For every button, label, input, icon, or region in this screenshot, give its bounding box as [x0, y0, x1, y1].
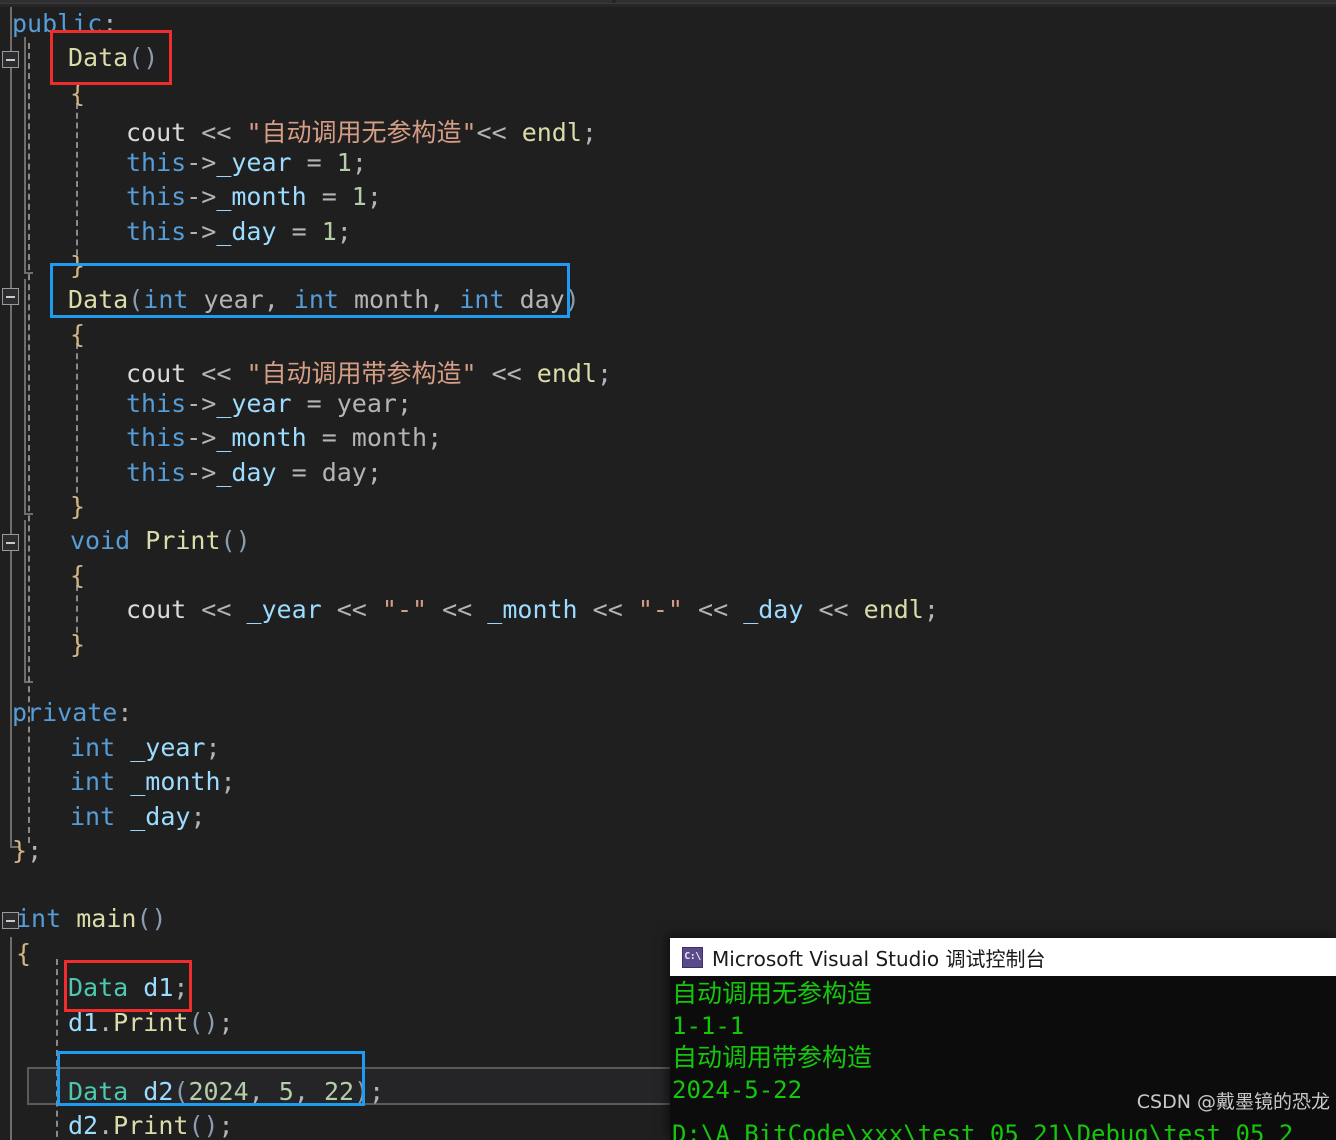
collapse-toggle-print[interactable] — [2, 534, 19, 551]
code-line-16[interactable]: void Print() — [70, 526, 251, 555]
collapse-toggle-ctor2[interactable] — [2, 288, 19, 305]
code-line-12[interactable]: this->_year = year; — [126, 389, 412, 418]
scope-guide-print — [24, 520, 26, 682]
divider-line — [0, 3, 1336, 4]
code-line-13[interactable]: this->_month = month; — [126, 423, 442, 452]
console-title-bar[interactable]: C:\ Microsoft Visual Studio 调试控制台 — [670, 938, 1336, 976]
code-line-6[interactable]: this->_month = 1; — [126, 182, 382, 211]
code-line-30[interactable]: d1.Print(); — [68, 1008, 234, 1037]
cmd-prompt-icon-text: C:\ — [684, 950, 701, 962]
annotation-red-box-default-ctor — [50, 30, 172, 85]
code-line-11[interactable]: cout << "自动调用带参构造" << endl; — [126, 354, 612, 390]
annotation-red-box-default-obj — [64, 960, 192, 1012]
code-line-19[interactable]: } — [70, 630, 85, 659]
code-line-33[interactable]: d2.Print(); — [68, 1111, 234, 1140]
code-line-10[interactable]: { — [70, 320, 85, 349]
console-output-line: 自动调用带参构造 — [672, 1043, 873, 1072]
annotation-blue-box-param-ctor — [50, 263, 570, 318]
code-line-14[interactable]: this->_day = day; — [126, 458, 382, 487]
console-output-line: 1-1-1 — [672, 1012, 745, 1040]
indent-guide-main-body — [56, 959, 58, 1140]
code-line-4[interactable]: cout << "自动调用无参构造"<< endl; — [126, 113, 597, 149]
annotation-blue-box-param-obj — [57, 1051, 365, 1106]
debug-console-window[interactable]: C:\ Microsoft Visual Studio 调试控制台 自动调用无参… — [670, 938, 1336, 1140]
divider-seg-right — [616, 0, 1336, 3]
code-line-7[interactable]: this->_day = 1; — [126, 217, 352, 246]
code-line-22[interactable]: int _year; — [70, 733, 221, 762]
code-line-15[interactable]: } — [70, 492, 85, 521]
scope-guide-ctor2 — [24, 279, 26, 514]
console-title-text: Microsoft Visual Studio 调试控制台 — [712, 946, 1046, 971]
code-line-23[interactable]: int _month; — [70, 767, 236, 796]
scope-guide-main — [10, 937, 12, 1140]
code-line-24[interactable]: int _day; — [70, 802, 206, 831]
cmd-prompt-icon: C:\ — [682, 946, 703, 968]
collapse-toggle-ctor1[interactable] — [2, 51, 19, 68]
code-line-5[interactable]: this->_year = 1; — [126, 148, 367, 177]
visual-studio-editor-screenshot: public: Data() { cout << "自动调用无参构造"<< en… — [0, 0, 1336, 1140]
divider-seg-left — [0, 0, 612, 3]
code-line-17[interactable]: { — [70, 561, 85, 590]
code-line-28[interactable]: { — [16, 939, 31, 968]
code-line-18[interactable]: cout << _year << "-" << _month << "-" <<… — [126, 595, 939, 624]
editor-top-divider — [0, 0, 1336, 7]
scope-guide-ctor1 — [24, 37, 26, 273]
csdn-watermark: CSDN @戴墨镜的恐龙 — [1136, 1091, 1330, 1113]
indent-guide-ctor1-body — [76, 103, 78, 265]
indent-guide-ctor2-body — [76, 343, 78, 503]
console-output-area[interactable]: 自动调用无参构造 1-1-1 自动调用带参构造 2024-5-22 D:\A_B… — [670, 976, 1336, 1140]
code-line-25[interactable]: }; — [12, 836, 42, 865]
console-output-line: 自动调用无参构造 — [672, 979, 873, 1008]
code-line-21[interactable]: private: — [12, 698, 132, 727]
console-output-tail-line: D:\A_BitCode\xxx\test_05_21\Debug\test_0… — [672, 1120, 1294, 1140]
code-line-27[interactable]: int main() — [16, 904, 167, 933]
